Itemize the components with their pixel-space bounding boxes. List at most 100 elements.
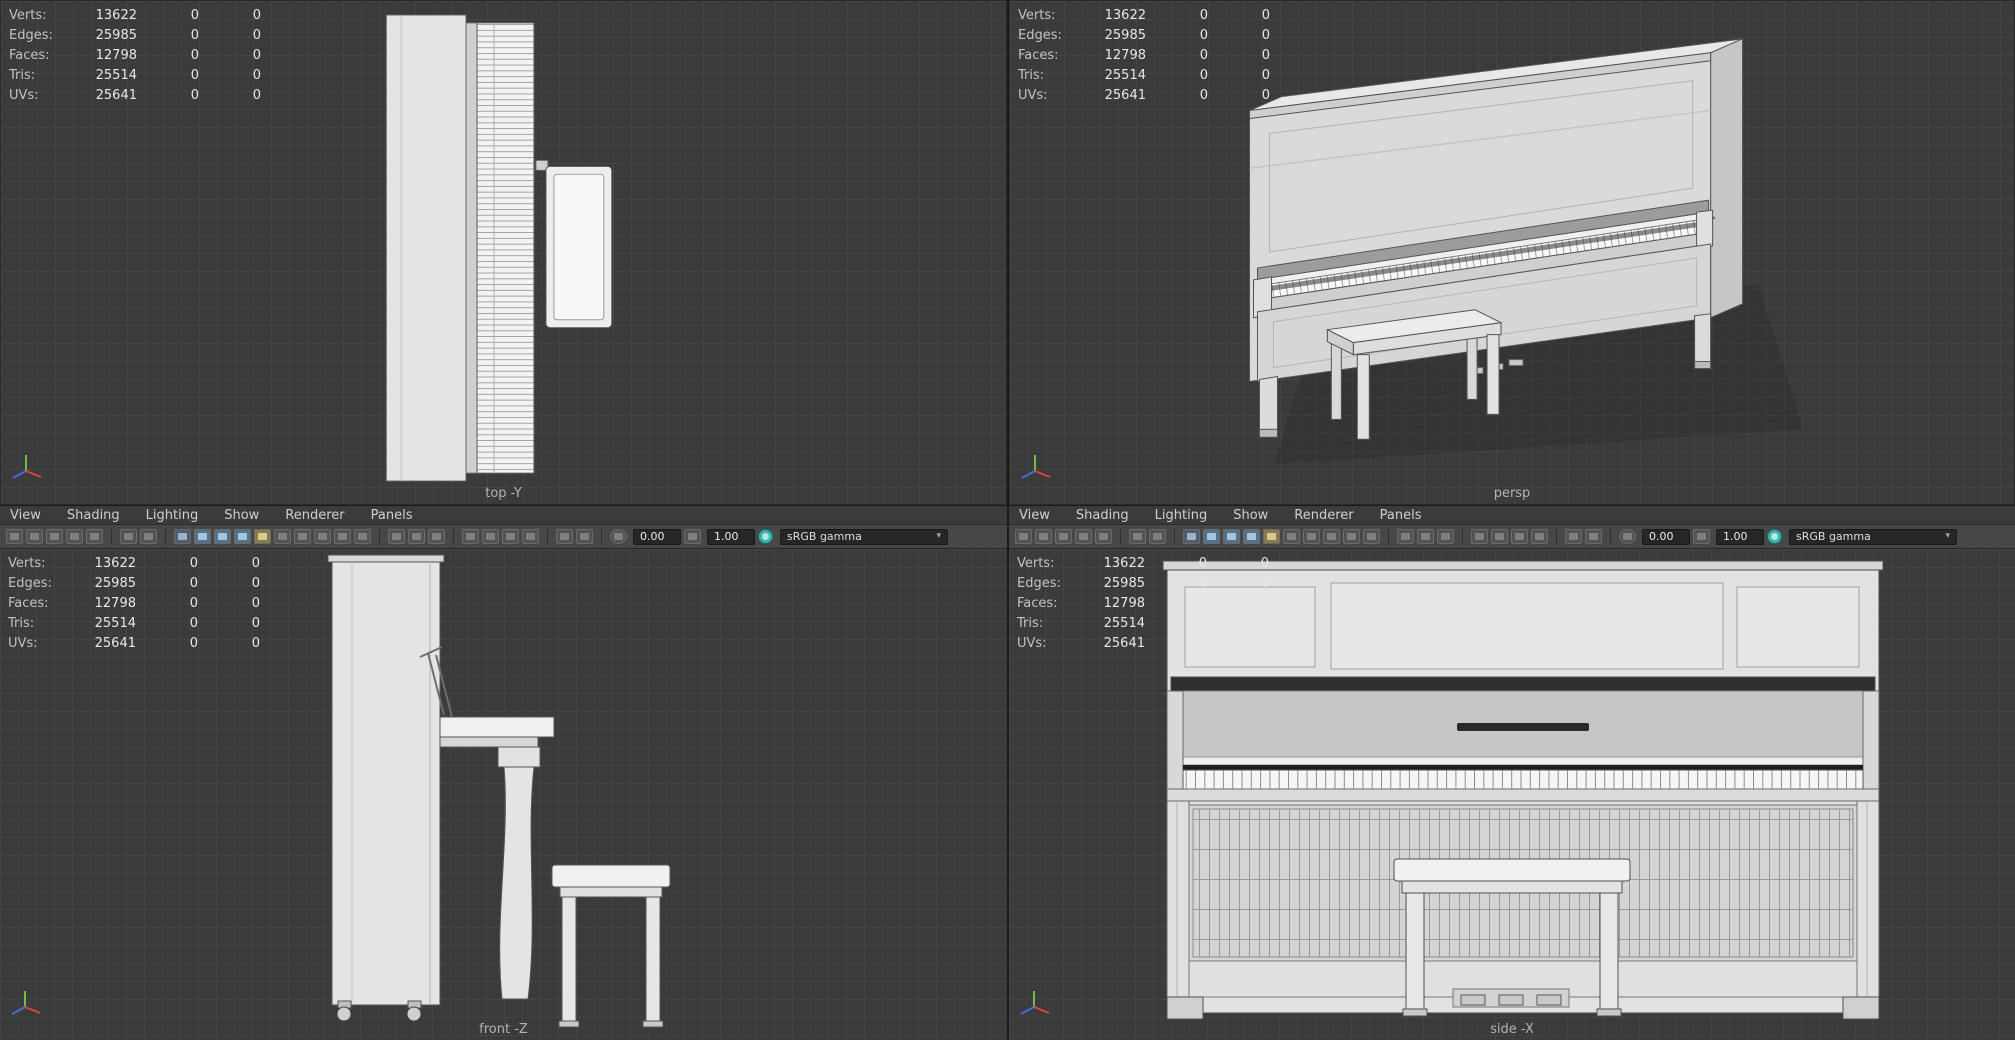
camera-attributes-icon[interactable]	[1075, 529, 1092, 544]
lighting-icon[interactable]	[1263, 529, 1280, 544]
isolate-select-icon[interactable]	[388, 529, 405, 544]
menu-panels[interactable]: Panels	[1380, 508, 1422, 523]
two-d-pan-zoom-icon[interactable]	[1149, 529, 1166, 544]
resolution-gate-icon[interactable]	[462, 529, 479, 544]
hud-value-2: 0	[1199, 87, 1208, 103]
menu-panels[interactable]: Panels	[371, 508, 413, 523]
grease-pencil-icon[interactable]	[1565, 529, 1582, 544]
wireframe-icon[interactable]	[174, 529, 191, 544]
hud-value-2: 0	[1198, 615, 1207, 631]
textured-icon[interactable]	[214, 529, 231, 544]
hud-value-2: 0	[189, 575, 198, 591]
hud-row: Verts: 13622 0 0	[8, 553, 260, 573]
viewport-persp[interactable]: Verts: 13622 0 0 Edges: 25985 0 0 Faces: 12798 0 0 T…	[1009, 0, 2015, 505]
menu-shading[interactable]: Shading	[1076, 508, 1129, 523]
menu-view[interactable]: View	[10, 508, 41, 523]
hud-row: Edges: 25985 0 0	[1018, 25, 1270, 45]
wireframe-on-shaded-icon[interactable]	[428, 529, 445, 544]
menu-lighting[interactable]: Lighting	[1155, 508, 1208, 523]
anti-aliasing-icon[interactable]	[1323, 529, 1340, 544]
depth-of-field-icon[interactable]	[334, 529, 351, 544]
shaded-icon[interactable]	[194, 529, 211, 544]
camera-lock-icon[interactable]	[1055, 529, 1072, 544]
use-default-material-icon[interactable]	[1243, 529, 1260, 544]
wireframe-on-shaded-icon[interactable]	[1437, 529, 1454, 544]
two-d-pan-zoom-icon[interactable]	[140, 529, 157, 544]
piano-top-view[interactable]	[385, 14, 535, 482]
shadows-icon[interactable]	[1283, 529, 1300, 544]
field-chart-icon[interactable]	[522, 529, 539, 544]
menu-show[interactable]: Show	[1233, 508, 1268, 523]
bench-top-view[interactable]	[535, 159, 613, 329]
hud-stat-label: Verts:	[1018, 7, 1056, 23]
shadows-icon[interactable]	[274, 529, 291, 544]
hud-value-2: 0	[189, 615, 198, 631]
exposure-field[interactable]: 0.00	[633, 528, 681, 545]
camera-select-icon[interactable]	[1035, 529, 1052, 544]
grease-pencil-icon[interactable]	[556, 529, 573, 544]
bench-side-profile[interactable]	[551, 864, 671, 1028]
menu-view[interactable]: View	[1019, 508, 1050, 523]
panel-menu-icon[interactable]	[1015, 529, 1032, 544]
lighting-icon[interactable]	[254, 529, 271, 544]
anti-aliasing-icon[interactable]	[314, 529, 331, 544]
camera-attributes-icon[interactable]	[66, 529, 83, 544]
hud-stat-label: UVs:	[8, 635, 38, 651]
gamma-field[interactable]: 1.00	[1716, 528, 1764, 545]
menu-renderer[interactable]: Renderer	[285, 508, 344, 523]
viewport-top[interactable]: Verts: 13622 0 0 Edges: 25985 0 0 Faces: 12798 0 0 T…	[0, 0, 1007, 505]
viewport-side[interactable]: Verts: 13622 0 0 Edges: 25985 0 0 Faces: 12798 0 0 T…	[1009, 549, 2015, 1040]
xray-icon[interactable]	[408, 529, 425, 544]
color-space-select[interactable]: sRGB gamma ▾	[1789, 528, 1957, 545]
hud-value-3: 0	[1261, 27, 1270, 43]
panel-side: View Shading Lighting Show Renderer Panels 0.…	[1009, 506, 2015, 1040]
bookmark-icon[interactable]	[86, 529, 103, 544]
motion-blur-icon[interactable]	[354, 529, 371, 544]
isolate-select-icon[interactable]	[1397, 529, 1414, 544]
gamma-field[interactable]: 1.00	[707, 528, 755, 545]
hud-row: Verts: 13622 0 0	[1018, 5, 1270, 25]
gate-mask-icon[interactable]	[502, 529, 519, 544]
shaded-icon[interactable]	[1203, 529, 1220, 544]
hud-row: Faces: 12798 0 0	[1018, 45, 1270, 65]
image-plane-icon[interactable]	[120, 529, 137, 544]
view-axis-gizmo	[1021, 455, 1051, 479]
piano-side-profile[interactable]	[327, 554, 555, 1022]
film-gate-icon[interactable]	[1491, 529, 1508, 544]
gamma-icon[interactable]	[1693, 529, 1710, 544]
snapshot-icon[interactable]	[576, 529, 593, 544]
menu-renderer[interactable]: Renderer	[1294, 508, 1353, 523]
depth-of-field-icon[interactable]	[1343, 529, 1360, 544]
exposure-field[interactable]: 0.00	[1642, 528, 1690, 545]
camera-select-icon[interactable]	[26, 529, 43, 544]
textured-icon[interactable]	[1223, 529, 1240, 544]
exposure-icon[interactable]	[1619, 529, 1636, 544]
resolution-gate-icon[interactable]	[1471, 529, 1488, 544]
color-space-select[interactable]: sRGB gamma ▾	[780, 528, 948, 545]
wireframe-icon[interactable]	[1183, 529, 1200, 544]
film-gate-icon[interactable]	[482, 529, 499, 544]
gate-mask-icon[interactable]	[1511, 529, 1528, 544]
color-management-icon[interactable]	[1767, 529, 1782, 544]
hud-value-1: 25514	[95, 67, 137, 83]
exposure-icon[interactable]	[610, 529, 627, 544]
hud-stat-label: UVs:	[1017, 635, 1047, 651]
field-chart-icon[interactable]	[1531, 529, 1548, 544]
use-default-material-icon[interactable]	[234, 529, 251, 544]
image-plane-icon[interactable]	[1129, 529, 1146, 544]
snapshot-icon[interactable]	[1585, 529, 1602, 544]
panel-menu-icon[interactable]	[6, 529, 23, 544]
menu-show[interactable]: Show	[224, 508, 259, 523]
xray-icon[interactable]	[1417, 529, 1434, 544]
bookmark-icon[interactable]	[1095, 529, 1112, 544]
gamma-icon[interactable]	[684, 529, 701, 544]
menu-shading[interactable]: Shading	[67, 508, 120, 523]
piano-front-view[interactable]	[1162, 560, 1884, 1020]
motion-blur-icon[interactable]	[1363, 529, 1380, 544]
viewport-front[interactable]: Verts: 13622 0 0 Edges: 25985 0 0 Faces: 12798 0 0 T…	[0, 549, 1007, 1040]
ambient-occlusion-icon[interactable]	[294, 529, 311, 544]
camera-lock-icon[interactable]	[46, 529, 63, 544]
menu-lighting[interactable]: Lighting	[146, 508, 199, 523]
color-management-icon[interactable]	[758, 529, 773, 544]
ambient-occlusion-icon[interactable]	[1303, 529, 1320, 544]
